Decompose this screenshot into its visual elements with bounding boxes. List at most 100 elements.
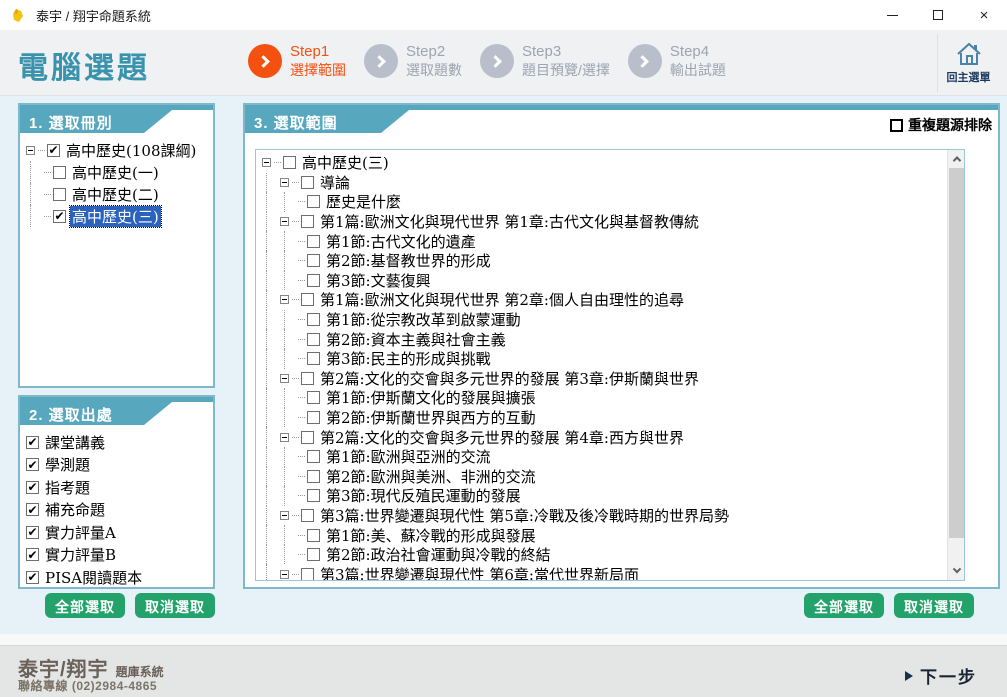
panel-select-volume: 1. 選取冊別 ✔高中歷史(108課綱)高中歷史(一)高中歷史(二)✔高中歷史(… <box>18 103 215 388</box>
source-checkbox[interactable]: ✔ <box>26 571 39 584</box>
tree-checkbox[interactable] <box>283 156 296 169</box>
tree-checkbox[interactable] <box>307 529 320 542</box>
tree-item-label[interactable]: 第2節:資本主義與社會主義 <box>324 329 508 350</box>
tree-row: 第2節:歐洲與美洲、非洲的交流 <box>262 467 944 487</box>
tree-expander-icon[interactable] <box>280 570 289 579</box>
source-label[interactable]: 學測題 <box>43 454 92 475</box>
tree-checkbox[interactable] <box>307 254 320 267</box>
tree-item-label[interactable]: 第1節:歐洲與亞洲的交流 <box>324 446 493 467</box>
tree-checkbox[interactable] <box>307 411 320 424</box>
tree-item-label[interactable]: 第3節:現代反殖民運動的發展 <box>324 485 523 506</box>
scrollbar[interactable] <box>947 150 964 580</box>
source-checkbox[interactable]: ✔ <box>26 481 39 494</box>
divider <box>0 634 1007 645</box>
tree-checkbox[interactable] <box>307 274 320 287</box>
tree-item-label[interactable]: 第1篇:歐洲文化與現代世界 第2章:個人自由理性的追尋 <box>318 289 686 310</box>
scroll-down-icon[interactable] <box>948 563 965 580</box>
tree-item-label[interactable]: 歷史是什麼 <box>324 191 403 212</box>
tree-item-label[interactable]: 高中歷史(三) <box>70 206 161 227</box>
tree-checkbox[interactable] <box>301 176 314 189</box>
step-4-label: 輸出試題 <box>670 62 726 80</box>
tree-expander-icon[interactable] <box>26 146 35 155</box>
dedupe-checkbox[interactable] <box>890 119 903 132</box>
tree-item-label[interactable]: 高中歷史(一) <box>70 162 161 183</box>
tree-checkbox[interactable] <box>301 372 314 385</box>
next-step-button[interactable]: 下一步 <box>905 663 977 688</box>
tree-row: 高中歷史(三) <box>262 153 944 173</box>
tree-item-label[interactable]: 第3節:民主的形成與挑戰 <box>324 348 493 369</box>
tree-checkbox[interactable] <box>301 431 314 444</box>
tree-item-label[interactable]: 第1節:古代文化的遺產 <box>324 231 478 252</box>
tree-checkbox[interactable]: ✔ <box>47 144 60 157</box>
tree-item-label[interactable]: 第2篇:文化的交會與多元世界的發展 第4章:西方與世界 <box>318 427 686 448</box>
tree-item-label[interactable]: 第2節:伊斯蘭世界與西方的互動 <box>324 407 538 428</box>
tree-connector <box>298 319 305 320</box>
tree-expander-icon[interactable] <box>280 511 289 520</box>
minimize-button[interactable] <box>869 0 915 30</box>
tree-checkbox[interactable] <box>301 509 314 522</box>
maximize-button[interactable] <box>915 0 961 30</box>
sources-select-all-button[interactable]: 全部選取 <box>45 593 125 618</box>
source-checkbox[interactable]: ✔ <box>26 526 39 539</box>
tree-checkbox[interactable] <box>307 548 320 561</box>
tree-expander-icon[interactable] <box>280 433 289 442</box>
tree-checkbox[interactable] <box>307 352 320 365</box>
tree-checkbox[interactable] <box>301 293 314 306</box>
tree-guide-line <box>280 271 298 291</box>
source-checkbox[interactable]: ✔ <box>26 548 39 561</box>
source-label[interactable]: 實力評量B <box>43 544 118 565</box>
source-label[interactable]: PISA閱讀題本 <box>43 567 144 588</box>
tree-checkbox[interactable]: ✔ <box>53 210 66 223</box>
home-button[interactable]: 回主選單 <box>937 34 999 92</box>
source-label[interactable]: 課堂講義 <box>43 432 107 453</box>
tree-expander-icon[interactable] <box>280 295 289 304</box>
tree-row: 第1篇:歐洲文化與現代世界 第1章:古代文化與基督教傳統 <box>262 212 944 232</box>
sources-deselect-button[interactable]: 取消選取 <box>135 593 215 618</box>
tree-item-label[interactable]: 第2節:基督教世界的形成 <box>324 250 493 271</box>
tree-item-label[interactable]: 第1節:美、蘇冷戰的形成與發展 <box>324 525 538 546</box>
tree-item-label[interactable]: 第2節:歐洲與美洲、非洲的交流 <box>324 466 538 487</box>
tree-item-label[interactable]: 第1篇:歐洲文化與現代世界 第1章:古代文化與基督教傳統 <box>318 211 701 232</box>
tree-item-label[interactable]: 高中歷史(108課綱) <box>64 140 198 161</box>
source-checkbox[interactable]: ✔ <box>26 436 39 449</box>
scope-select-all-button[interactable]: 全部選取 <box>804 593 884 618</box>
tree-guide-line <box>26 205 44 227</box>
tree-expander-icon[interactable] <box>262 158 271 167</box>
tree-checkbox[interactable] <box>307 391 320 404</box>
tree-item-label[interactable]: 第3篇:世界變遷與現代性 第6章:當代世界新局面 <box>318 564 641 581</box>
tree-checkbox[interactable] <box>307 235 320 248</box>
tree-item-label[interactable]: 第3節:文藝復興 <box>324 270 433 291</box>
tree-item-label[interactable]: 高中歷史(二) <box>70 184 161 205</box>
source-checkbox[interactable]: ✔ <box>26 503 39 516</box>
tree-checkbox[interactable] <box>53 166 66 179</box>
tree-item-label[interactable]: 第2節:政治社會運動與冷戰的終結 <box>324 544 553 565</box>
scroll-up-icon[interactable] <box>948 150 965 167</box>
tree-expander-icon[interactable] <box>280 374 289 383</box>
tree-checkbox[interactable] <box>307 489 320 502</box>
close-button[interactable]: × <box>961 0 1007 30</box>
source-label[interactable]: 實力評量A <box>43 522 118 543</box>
tree-checkbox[interactable] <box>301 215 314 228</box>
tree-checkbox[interactable] <box>307 195 320 208</box>
tree-checkbox[interactable] <box>307 470 320 483</box>
tree-item-label[interactable]: 高中歷史(三) <box>300 152 391 173</box>
tree-checkbox[interactable] <box>307 333 320 346</box>
tree-guide-line <box>262 525 280 545</box>
tree-guide-line <box>262 369 280 389</box>
source-checkbox[interactable]: ✔ <box>26 458 39 471</box>
tree-checkbox[interactable] <box>307 450 320 463</box>
source-label[interactable]: 補充命題 <box>43 499 107 520</box>
scrollbar-thumb[interactable] <box>949 168 964 538</box>
scope-deselect-button[interactable]: 取消選取 <box>894 593 974 618</box>
tree-item-label[interactable]: 第1節:伊斯蘭文化的發展與擴張 <box>324 387 538 408</box>
tree-expander-icon[interactable] <box>280 217 289 226</box>
tree-item-label[interactable]: 第3篇:世界變遷與現代性 第5章:冷戰及後冷戰時期的世界局勢 <box>318 505 731 526</box>
tree-checkbox[interactable] <box>53 188 66 201</box>
tree-item-label[interactable]: 第2篇:文化的交會與多元世界的發展 第3章:伊斯蘭與世界 <box>318 368 701 389</box>
source-label[interactable]: 指考題 <box>43 477 92 498</box>
tree-checkbox[interactable] <box>301 568 314 581</box>
tree-expander-icon[interactable] <box>280 178 289 187</box>
tree-item-label[interactable]: 導論 <box>318 172 352 193</box>
tree-checkbox[interactable] <box>307 313 320 326</box>
tree-item-label[interactable]: 第1節:從宗教改革到啟蒙運動 <box>324 309 523 330</box>
